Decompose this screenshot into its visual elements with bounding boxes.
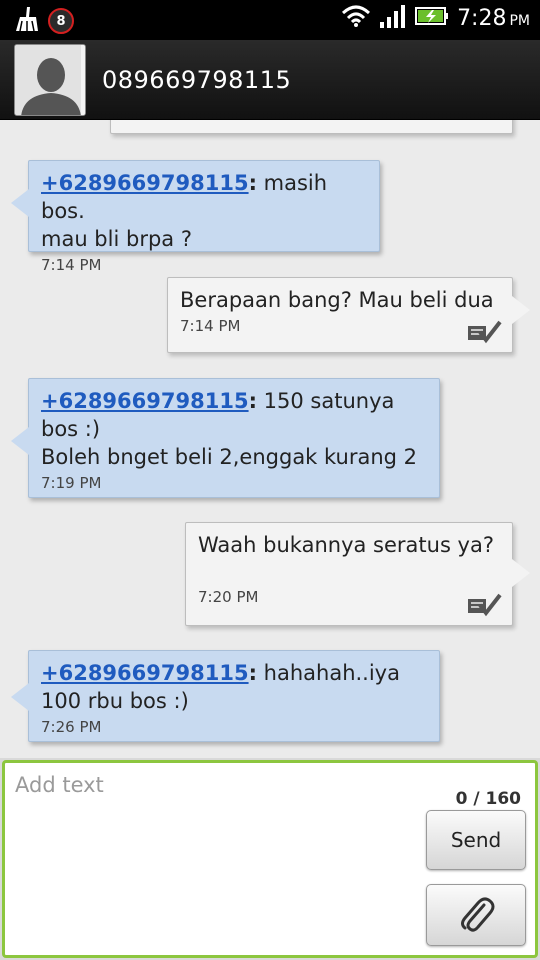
- compose-area: Add text 0 / 160 Send: [0, 758, 540, 960]
- notification-count-badge: 8: [48, 8, 74, 34]
- bubble-tail: [11, 427, 29, 455]
- message-text: bos :): [41, 417, 101, 441]
- sender-colon: :: [248, 389, 257, 413]
- battery-charging-icon: [415, 5, 449, 31]
- previous-message-bubble[interactable]: [110, 120, 513, 134]
- bubble-tail: [11, 189, 29, 217]
- signal-strength-icon: [379, 4, 407, 32]
- message-text: 100 rbu bos :): [41, 689, 189, 713]
- wifi-icon: [341, 4, 371, 32]
- message-timestamp: 7:20 PM: [198, 588, 259, 606]
- message-timestamp: 7:14 PM: [180, 317, 241, 335]
- clock-ampm: PM: [509, 12, 530, 29]
- message-bubble-outgoing[interactable]: Berapaan bang? Mau beli dua 7:14 PM: [167, 277, 530, 353]
- bubble-tail: [512, 559, 530, 587]
- sender-colon: :: [248, 661, 257, 685]
- message-text: 150 satunya: [263, 389, 395, 413]
- clock: 7:28 PM: [457, 6, 530, 31]
- message-text: Waah bukannya seratus ya?: [198, 533, 494, 557]
- message-text: hahahah..iya: [263, 661, 400, 685]
- message-bubble-incoming[interactable]: +6289669798115: hahahah..iya 100 rbu bos…: [11, 650, 440, 742]
- paperclip-icon: [461, 897, 495, 932]
- bubble-tail: [11, 683, 29, 711]
- message-text: Boleh bnget beli 2,enggak kurang 2: [41, 445, 418, 469]
- contact-avatar[interactable]: [14, 44, 86, 116]
- message-timestamp: 7:14 PM: [41, 256, 102, 274]
- message-timestamp: 7:26 PM: [41, 718, 102, 736]
- character-counter: 0 / 160: [455, 789, 521, 809]
- sender-colon: :: [248, 171, 257, 195]
- message-timestamp: 7:19 PM: [41, 474, 102, 492]
- delivered-check-icon: [468, 320, 502, 344]
- conversation-header: 089669798115: [0, 40, 540, 120]
- message-bubble-incoming[interactable]: +6289669798115: masih bos. mau bli brpa …: [11, 160, 380, 274]
- person-silhouette-icon: [15, 45, 85, 115]
- message-input-placeholder: Add text: [15, 773, 104, 797]
- bubble-tail: [512, 296, 530, 324]
- clock-time: 7:28: [457, 5, 507, 31]
- sender-link[interactable]: +6289669798115: [41, 661, 249, 685]
- sender-link[interactable]: +6289669798115: [41, 389, 249, 413]
- message-bubble-outgoing[interactable]: Waah bukannya seratus ya? 7:20 PM: [185, 522, 530, 626]
- contact-number-title: 089669798115: [102, 66, 292, 94]
- status-bar: 8 7:28 PM: [0, 0, 540, 40]
- message-bubble-incoming[interactable]: +6289669798115: 150 satunya bos :) Boleh…: [11, 378, 440, 498]
- send-button[interactable]: Send: [426, 810, 526, 870]
- message-text: mau bli brpa ?: [41, 227, 192, 251]
- delivered-check-icon: [468, 593, 502, 617]
- cleaner-broom-icon: [14, 5, 40, 37]
- message-text: Berapaan bang? Mau beli dua: [180, 288, 494, 312]
- sender-link[interactable]: +6289669798115: [41, 171, 249, 195]
- attach-button[interactable]: [426, 884, 526, 946]
- message-thread[interactable]: +6289669798115: masih bos. mau bli brpa …: [0, 120, 540, 758]
